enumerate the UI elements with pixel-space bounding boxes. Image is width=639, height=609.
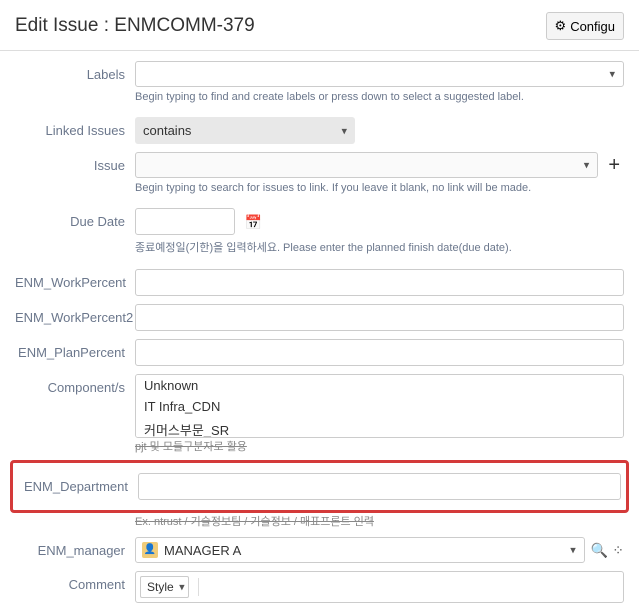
work-percent-input[interactable] — [135, 269, 624, 296]
issue-select[interactable]: ▾ — [135, 152, 598, 178]
chevron-down-icon: ▾ — [584, 159, 590, 172]
issue-hint: Begin typing to search for issues to lin… — [135, 182, 624, 194]
comment-label: Comment — [15, 571, 135, 592]
component-option[interactable]: IT Infra_CDN — [136, 396, 623, 417]
plus-icon: + — [608, 154, 620, 176]
due-date-hint: 종료예정일(기한)을 입력하세요. Please enter the plann… — [135, 239, 624, 255]
labels-label: Labels — [15, 61, 135, 82]
due-date-label: Due Date — [15, 208, 135, 229]
add-issue-button[interactable]: + — [604, 154, 624, 177]
component-option[interactable]: 커머스부문_SR — [136, 417, 623, 438]
components-hint: pjt 및 모듈구분자로 활용 — [135, 438, 624, 454]
search-icon[interactable]: 🔍 — [591, 542, 608, 559]
avatar-icon: 👤 — [142, 542, 158, 558]
chevron-down-icon: ▾ — [570, 544, 576, 557]
linked-issues-select[interactable]: contains ▾ — [135, 117, 355, 144]
linked-issues-label: Linked Issues — [15, 117, 135, 138]
labels-hint: Begin typing to find and create labels o… — [135, 91, 624, 103]
configure-label: Configu — [570, 19, 615, 34]
manager-select[interactable]: 👤 MANAGER A ▾ — [135, 537, 585, 563]
plan-percent-label: ENM_PlanPercent — [15, 339, 135, 360]
plan-percent-input[interactable] — [135, 339, 624, 366]
linked-issues-value: contains — [143, 123, 191, 138]
page-title: Edit Issue : ENMCOMM-379 — [15, 15, 255, 37]
gear-icon: ⚙ — [555, 18, 567, 34]
components-label: Component/s — [15, 374, 135, 395]
labels-input[interactable]: ▾ — [135, 61, 624, 87]
chevron-down-icon: ▾ — [609, 68, 615, 81]
chevron-down-icon: ▾ — [341, 124, 347, 137]
calendar-icon[interactable]: 📅 — [245, 214, 262, 230]
comment-toolbar: Style ▾ — [135, 571, 624, 603]
assign-icon[interactable]: ⁘ — [612, 542, 624, 559]
component-option[interactable]: Unknown — [136, 375, 623, 396]
work-percent2-input[interactable] — [135, 304, 624, 331]
work-percent-label: ENM_WorkPercent — [15, 269, 135, 290]
components-select[interactable]: Unknown IT Infra_CDN 커머스부문_SR — [135, 374, 624, 438]
department-input[interactable] — [138, 473, 621, 500]
department-hint: Ex. ntrust / 기술정보팀 / 기술정보 / 매표프론트 인력 — [135, 513, 624, 529]
department-label: ENM_Department — [18, 473, 138, 494]
due-date-input[interactable] — [135, 208, 235, 235]
department-highlight: ENM_Department — [10, 460, 629, 513]
manager-label: ENM_manager — [15, 537, 135, 558]
chevron-down-icon: ▾ — [179, 581, 185, 594]
configure-button[interactable]: ⚙ Configu — [546, 12, 624, 40]
manager-value: MANAGER A — [164, 543, 241, 558]
work-percent2-label: ENM_WorkPercent2 — [15, 304, 135, 325]
issue-label: Issue — [15, 152, 135, 173]
